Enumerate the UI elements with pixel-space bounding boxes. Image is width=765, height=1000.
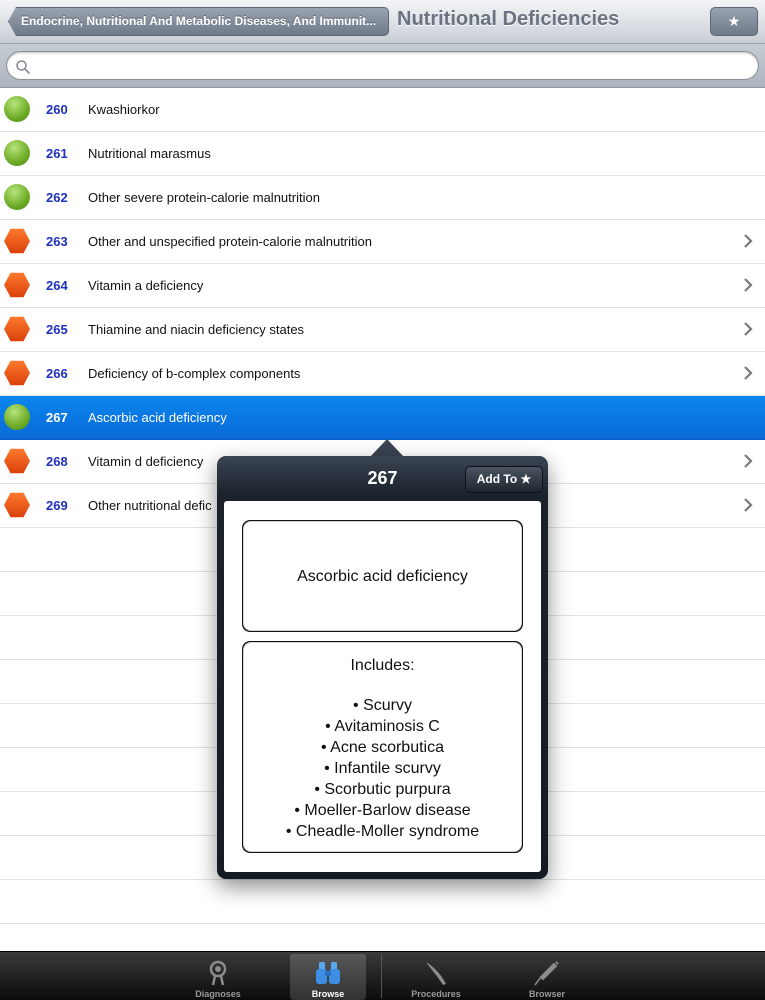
diagnosis-code: 269 [46,498,68,513]
diagnosis-label: Kwashiorkor [88,102,160,117]
popover-arrow [370,439,404,457]
includes-item: • Moeller-Barlow disease [294,802,471,819]
binoculars-icon [316,962,340,984]
stethoscope-icon [209,960,227,986]
diagnosis-code: 260 [46,102,68,117]
tab-label: Browse [311,989,345,999]
tab-divider [381,954,382,998]
diagnosis-label: Ascorbic acid deficiency [88,410,227,425]
list-item[interactable]: 263 Other and unspecified protein-calori… [0,220,765,264]
diagnosis-label: Thiamine and niacin deficiency states [88,322,305,337]
description-text: Ascorbic acid deficiency [297,568,468,585]
diagnosis-label: Other nutritional defic [88,498,212,513]
orange-hexagon-icon [4,228,30,254]
back-button[interactable]: Endocrine, Nutritional And Metabolic Dis… [8,7,389,36]
description-card: Ascorbic acid deficiency [243,521,522,631]
diagnosis-code: 261 [46,146,68,161]
orange-hexagon-icon [4,272,30,298]
tab-label: Procedures [411,989,461,999]
diagnosis-code: 264 [46,278,68,293]
green-circle-icon [4,404,30,430]
chevron-right-icon [744,454,753,468]
list-item-selected[interactable]: 267 Ascorbic acid deficiency [0,396,765,440]
includes-item: • Scorbutic purpura [314,781,451,798]
empty-row [0,880,765,924]
search-bar [0,44,765,88]
tab-browse[interactable]: Browse [290,954,366,1000]
tab-diagnoses[interactable]: Diagnoses [180,954,256,1000]
green-circle-icon [4,184,30,210]
green-circle-icon [4,140,30,166]
diagnosis-label: Vitamin d deficiency [88,454,204,469]
includes-item: • Avitaminosis C [325,718,440,735]
list-item[interactable]: 261 Nutritional marasmus [0,132,765,176]
diagnosis-code: 262 [46,190,68,205]
diagnosis-label: Deficiency of b-complex components [88,366,301,381]
syringe-icon [534,961,559,986]
tab-label: Diagnoses [195,989,241,999]
list-item[interactable]: 262 Other severe protein-calorie malnutr… [0,176,765,220]
chevron-right-icon [744,234,753,248]
green-circle-icon [4,96,30,122]
diagnosis-code: 267 [46,410,68,425]
orange-hexagon-icon [4,448,30,474]
diagnosis-code: 268 [46,454,68,469]
diagnosis-label: Other severe protein-calorie malnutritio… [88,190,320,205]
list-item[interactable]: 266 Deficiency of b-complex components [0,352,765,396]
diagnosis-label: Vitamin a deficiency [88,278,204,293]
scalpel-icon [426,962,446,985]
diagnosis-label: Other and unspecified protein-calorie ma… [88,234,372,249]
includes-item: • Scurvy [353,697,412,714]
search-icon [16,60,30,74]
list-item[interactable]: 260 Kwashiorkor [0,88,765,132]
favorites-button[interactable]: ★ [710,7,758,36]
detail-popover: 267 Add To ★ Ascorbic acid deficiency In… [217,456,548,879]
page-title: Nutritional Deficiencies [397,8,620,30]
includes-card: Includes: • Scurvy • Avitaminosis C • Ac… [243,642,522,852]
tab-browser[interactable]: Browser [509,954,585,1000]
chevron-right-icon [744,498,753,512]
chevron-right-icon [744,366,753,380]
includes-item: • Cheadle-Moller syndrome [285,823,480,840]
orange-hexagon-icon [4,492,30,518]
includes-heading: Includes: [350,657,415,674]
list-item[interactable]: 264 Vitamin a deficiency [0,264,765,308]
search-input[interactable] [6,51,759,80]
includes-item: • Infantile scurvy [324,760,441,777]
navigation-bar: Endocrine, Nutritional And Metabolic Dis… [0,0,765,44]
orange-hexagon-icon [4,316,30,342]
popover-content: Ascorbic acid deficiency Includes: • Scu… [224,501,541,872]
tab-bar: Diagnoses Browse Procedures Browser [0,951,765,1000]
chevron-right-icon [744,278,753,292]
orange-hexagon-icon [4,360,30,386]
diagnosis-code: 265 [46,322,68,337]
chevron-right-icon [744,322,753,336]
diagnosis-code: 266 [46,366,68,381]
tab-label: Browser [528,989,565,999]
diagnosis-code: 263 [46,234,68,249]
add-to-favorites-button[interactable]: Add To ★ [465,466,543,493]
diagnosis-label: Nutritional marasmus [88,146,211,161]
includes-item: • Acne scorbutica [321,739,444,756]
tab-procedures[interactable]: Procedures [398,954,474,1000]
list-item[interactable]: 265 Thiamine and niacin deficiency state… [0,308,765,352]
